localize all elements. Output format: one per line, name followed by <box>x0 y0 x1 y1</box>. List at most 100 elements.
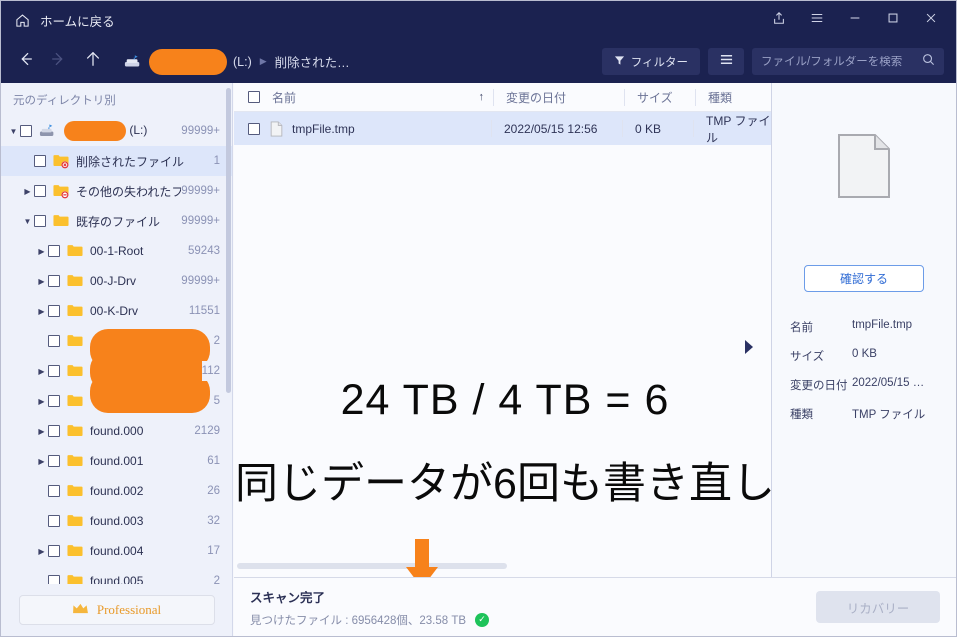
select-all-checkbox[interactable] <box>248 91 260 103</box>
breadcrumb-drive-letter[interactable]: (L:) <box>233 55 252 69</box>
tree-item-checkbox[interactable] <box>48 245 60 257</box>
file-list-panel: 名前 ↑ 変更の日付 サイズ 種類 tmpFile.tmp2022/05/15 … <box>234 83 772 577</box>
column-header-name[interactable]: 名前 ↑ <box>272 89 493 106</box>
column-header-name-label: 名前 <box>272 89 296 106</box>
chevron-down-icon[interactable]: ▼ <box>21 217 34 226</box>
professional-button[interactable]: Professional <box>19 595 215 625</box>
sidebar-tree-item-label: 既存のファイル <box>76 213 181 230</box>
chevron-right-icon[interactable]: ▶ <box>35 427 48 436</box>
view-toggle-button[interactable] <box>708 48 744 75</box>
sidebar-tree-item[interactable]: found.00332 <box>1 506 232 536</box>
tree-item-checkbox[interactable] <box>34 155 46 167</box>
column-header-size[interactable]: サイズ <box>625 89 695 106</box>
preview-metadata-key: 種類 <box>790 406 852 422</box>
sidebar-tree-item-count: 59243 <box>188 245 220 257</box>
preview-metadata-key: サイズ <box>790 348 852 364</box>
chevron-right-icon[interactable]: ▶ <box>35 367 48 376</box>
hamburger-menu-icon <box>810 11 824 30</box>
sidebar-tree-item-count: 99999+ <box>181 185 220 197</box>
chevron-right-icon[interactable]: ▶ <box>21 187 34 196</box>
tree-item-checkbox[interactable] <box>34 185 46 197</box>
sidebar-tree-item[interactable]: ▶found.00161 <box>1 446 232 476</box>
chevron-right-icon[interactable]: ▶ <box>35 247 48 256</box>
home-button[interactable]: ホームに戻る <box>1 11 115 30</box>
tree-item-checkbox[interactable] <box>48 395 60 407</box>
maximize-icon <box>886 11 900 30</box>
sidebar-tree-item[interactable]: ▼ (L:)99999+ <box>1 116 232 146</box>
sidebar-tree-item-count: 2129 <box>194 425 220 437</box>
chevron-right-icon[interactable]: ▶ <box>35 397 48 406</box>
sidebar-tree-item-label: 00-K-Drv <box>90 304 189 318</box>
column-header-type[interactable]: 種類 <box>696 89 771 106</box>
tree-item-checkbox[interactable] <box>48 365 60 377</box>
breadcrumb-drive-name-redacted[interactable] <box>149 49 227 75</box>
row-checkbox[interactable] <box>248 123 260 135</box>
forward-button[interactable] <box>43 46 75 78</box>
folder-icon <box>66 393 84 409</box>
tree-item-checkbox[interactable] <box>20 125 32 137</box>
sidebar-tree-item[interactable]: ▶その他の失われたファイル99999+ <box>1 176 232 206</box>
sidebar-tree-item[interactable]: 削除されたファイル1 <box>1 146 232 176</box>
share-button[interactable] <box>762 6 796 36</box>
tree-item-checkbox[interactable] <box>48 515 60 527</box>
close-icon <box>924 11 938 30</box>
sidebar-tree-item-count: 32 <box>207 515 220 527</box>
sidebar-tree-item[interactable]: ▶00-1-Root59243 <box>1 236 232 266</box>
file-list-body: tmpFile.tmp2022/05/15 12:560 KBTMP ファイル <box>234 112 771 145</box>
file-list-horizontal-scrollbar[interactable] <box>237 563 507 569</box>
redacted-label-block <box>90 381 210 413</box>
search-box[interactable] <box>752 48 944 75</box>
app-window: ホームに戻る <box>0 0 957 637</box>
sidebar-tree-item[interactable]: ▶5 <box>1 386 232 416</box>
sidebar-tree-item[interactable]: found.00226 <box>1 476 232 506</box>
search-input[interactable] <box>761 56 916 68</box>
sidebar-tree-item-label: 削除されたファイル <box>76 153 214 170</box>
chevron-right-icon[interactable]: ▶ <box>35 547 48 556</box>
menu-button[interactable] <box>800 6 834 36</box>
chevron-right-icon: ▶ <box>260 56 267 67</box>
sort-ascending-icon[interactable]: ↑ <box>479 91 485 103</box>
funnel-icon <box>614 55 625 69</box>
table-row[interactable]: tmpFile.tmp2022/05/15 12:560 KBTMP ファイル <box>234 112 771 145</box>
sidebar-tree-item-count: 99999+ <box>181 215 220 227</box>
chevron-right-icon[interactable]: ▶ <box>35 307 48 316</box>
tree-item-checkbox[interactable] <box>48 275 60 287</box>
chevron-right-icon[interactable]: ▶ <box>35 277 48 286</box>
breadcrumb: (L:) ▶ 削除された… <box>123 49 350 75</box>
column-header-date[interactable]: 変更の日付 <box>494 89 624 106</box>
tree-item-checkbox[interactable] <box>48 485 60 497</box>
list-view-icon <box>719 53 734 71</box>
minimize-button[interactable] <box>838 6 872 36</box>
sidebar-scrollbar[interactable] <box>226 88 231 393</box>
sidebar-tree-item[interactable]: ▶00-J-Drv99999+ <box>1 266 232 296</box>
sidebar-tree-item[interactable]: ▶found.00417 <box>1 536 232 566</box>
tree-item-checkbox[interactable] <box>48 455 60 467</box>
triangle-right-icon[interactable] <box>743 339 755 360</box>
breadcrumb-last[interactable]: 削除された… <box>275 52 350 71</box>
tree-item-checkbox[interactable] <box>48 425 60 437</box>
toolbar-actions: フィルター <box>602 48 956 75</box>
filter-button[interactable]: フィルター <box>602 48 700 75</box>
confirm-button[interactable]: 確認する <box>804 265 924 292</box>
tree-item-checkbox[interactable] <box>34 215 46 227</box>
document-icon <box>270 121 283 137</box>
tree-item-checkbox[interactable] <box>48 545 60 557</box>
up-button[interactable] <box>77 46 109 78</box>
tree-item-checkbox[interactable] <box>48 335 60 347</box>
preview-thumbnail <box>772 83 956 253</box>
preview-metadata-value: TMP ファイル <box>852 406 925 422</box>
recover-button[interactable]: リカバリー <box>816 591 940 623</box>
arrow-left-icon <box>16 50 34 73</box>
folder-icon <box>66 543 84 559</box>
chevron-down-icon[interactable]: ▼ <box>7 127 20 136</box>
chevron-right-icon[interactable]: ▶ <box>35 457 48 466</box>
tree-item-checkbox[interactable] <box>48 305 60 317</box>
sidebar-tree-item[interactable]: ▶found.0002129 <box>1 416 232 446</box>
search-icon[interactable] <box>922 53 935 71</box>
back-button[interactable] <box>9 46 41 78</box>
folder-icon <box>66 303 84 319</box>
maximize-button[interactable] <box>876 6 910 36</box>
close-button[interactable] <box>914 6 948 36</box>
sidebar-tree-item[interactable]: ▼ 既存のファイル99999+ <box>1 206 232 236</box>
cell-date: 2022/05/15 12:56 <box>492 122 622 136</box>
